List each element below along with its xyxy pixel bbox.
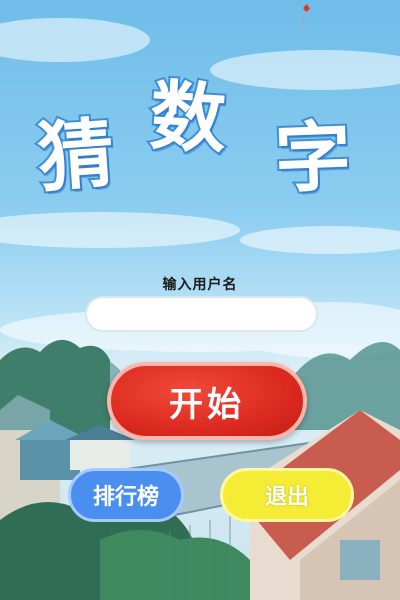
start-button[interactable]: 开始 [107, 362, 307, 440]
quit-button[interactable]: 退出 [220, 468, 354, 522]
title-char-3: 字 [271, 110, 354, 206]
username-label: 输入用户名 [162, 277, 238, 293]
leaderboard-button[interactable]: 排行榜 [68, 468, 184, 522]
username-input[interactable] [85, 296, 318, 332]
red-kite-icon [303, 4, 310, 12]
title-char-1: 猜 [33, 106, 119, 204]
title-char-2: 数 [146, 69, 231, 166]
